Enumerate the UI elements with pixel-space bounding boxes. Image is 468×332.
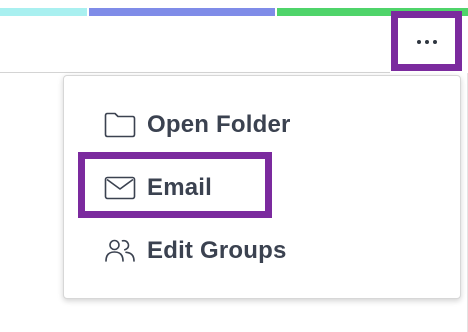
menu-item-label: Email [147, 174, 213, 201]
folder-icon [104, 111, 136, 139]
menu-item-open-folder[interactable]: Open Folder [104, 105, 291, 145]
header-divider [0, 72, 390, 73]
envelope-icon [104, 174, 136, 202]
page: Open Folder Email Edit Groups [0, 0, 468, 332]
menu-item-label: Edit Groups [147, 237, 287, 264]
more-options-button[interactable] [398, 18, 455, 64]
stripe-segment-2 [89, 8, 275, 16]
menu-item-label: Open Folder [147, 111, 291, 138]
menu-item-email[interactable]: Email [104, 168, 212, 208]
stripe-segment-1 [0, 8, 87, 16]
people-icon [104, 237, 136, 265]
more-button-highlight [391, 11, 462, 71]
dropdown-menu: Open Folder Email Edit Groups [63, 75, 461, 299]
menu-item-edit-groups[interactable]: Edit Groups [104, 231, 287, 271]
ellipsis-icon [416, 40, 437, 44]
